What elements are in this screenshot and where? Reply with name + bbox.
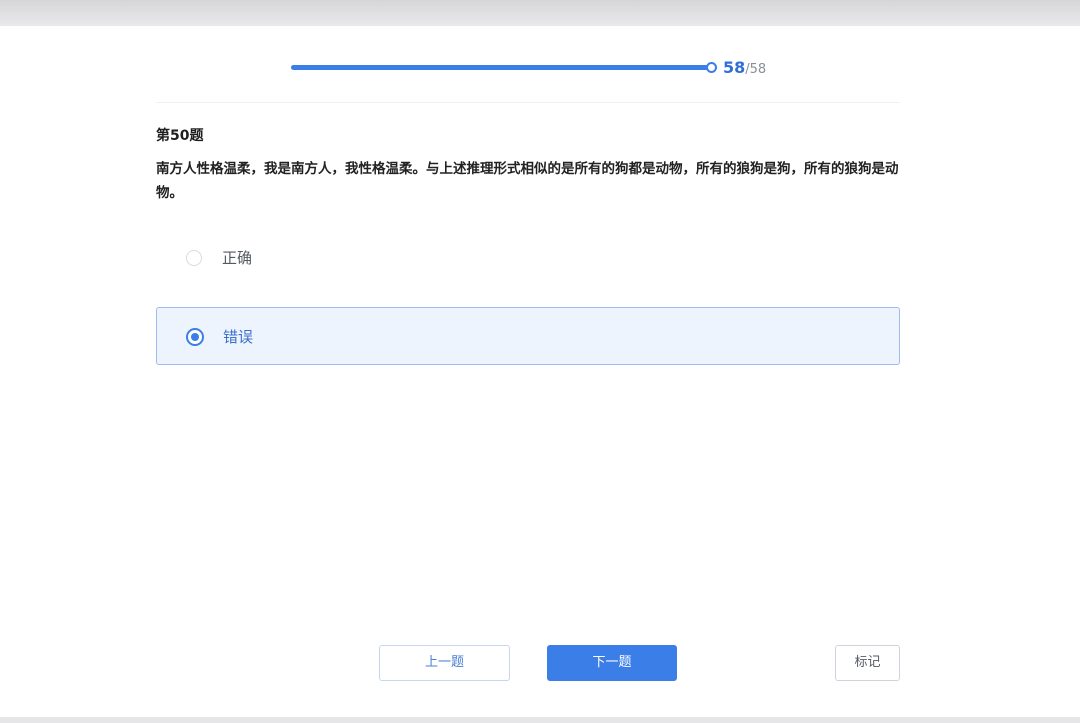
next-question-button[interactable]: 下一题 — [547, 645, 677, 681]
question-text: 南方人性格温柔，我是南方人，我性格温柔。与上述推理形式相似的是所有的狗都是动物，… — [156, 161, 899, 201]
question-number: 第50题 — [156, 128, 204, 144]
progress-count: 58/58 — [723, 58, 766, 80]
option-wrong[interactable]: 错误 — [156, 307, 900, 365]
window-bottom-bar — [0, 717, 1080, 723]
progress-total: 58 — [749, 62, 767, 77]
mark-button[interactable]: 标记 — [835, 645, 900, 681]
progress-track — [291, 62, 717, 73]
progress-current: 58 — [723, 58, 746, 77]
option-label: 正确 — [222, 249, 253, 267]
progress-fill — [291, 65, 711, 70]
progress-knob — [706, 62, 717, 73]
window-top-bar — [0, 0, 1080, 26]
progress-indicator: 58/58 — [291, 58, 771, 78]
header-divider — [156, 102, 900, 103]
option-label: 错误 — [223, 328, 254, 346]
option-correct[interactable]: 正确 — [156, 229, 900, 287]
previous-question-button[interactable]: 上一题 — [379, 645, 510, 681]
radio-unchecked-icon[interactable] — [186, 250, 202, 266]
radio-checked-icon[interactable] — [186, 328, 204, 346]
